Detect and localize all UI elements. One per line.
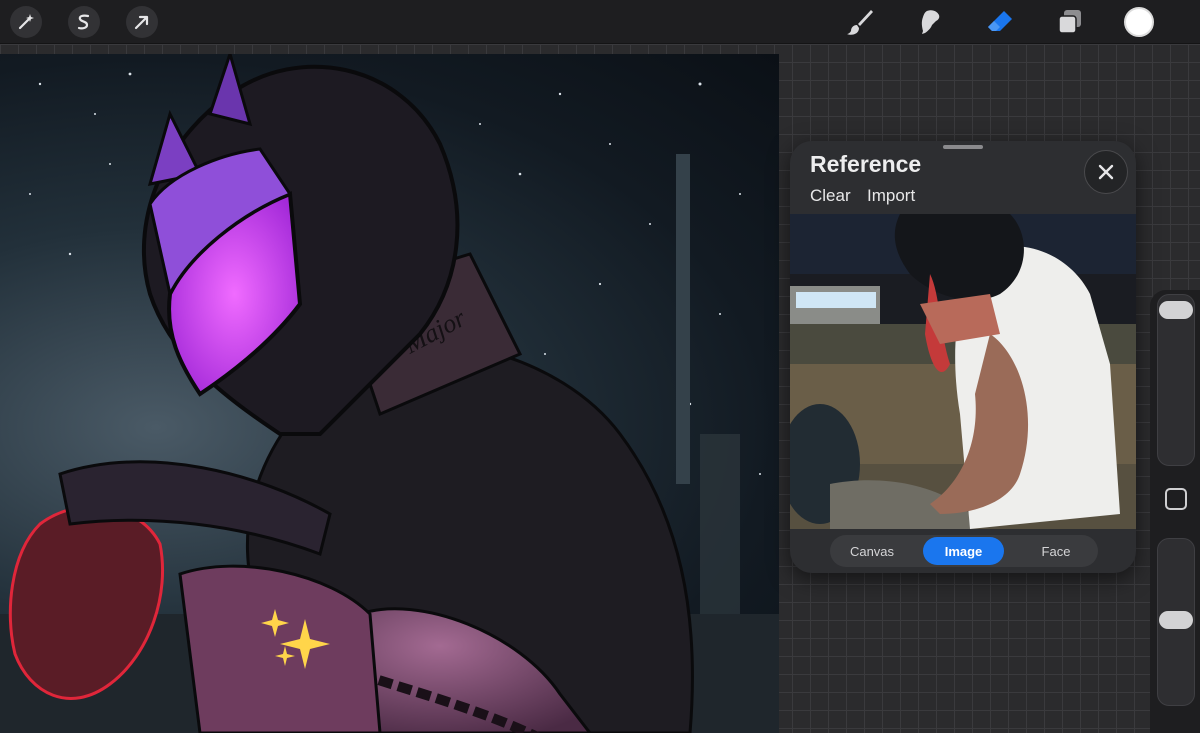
color-swatch[interactable] [1124, 7, 1154, 37]
layers-icon [1058, 10, 1081, 34]
adjustments-button[interactable] [10, 6, 42, 38]
transform-arrow-icon [134, 15, 149, 30]
reference-panel[interactable]: Reference Clear Import Canvas Image Face [790, 141, 1136, 573]
opacity-thumb[interactable] [1159, 611, 1193, 629]
close-icon [1098, 164, 1114, 180]
lamp-pole [676, 154, 690, 484]
top-toolbar [0, 0, 1200, 44]
tab-face[interactable]: Face [1016, 537, 1096, 565]
transform-button[interactable] [126, 6, 158, 38]
sidebar [1150, 290, 1200, 733]
brush-size-slider[interactable] [1157, 294, 1195, 466]
tab-image[interactable]: Image [923, 537, 1004, 565]
selection-button[interactable] [68, 6, 100, 38]
smudge-tool[interactable] [913, 6, 947, 38]
close-button[interactable] [1084, 150, 1128, 194]
smudge-icon [921, 10, 940, 35]
import-button[interactable]: Import [867, 186, 915, 206]
reference-image[interactable] [790, 214, 1136, 529]
reference-mode-segmented-control: Canvas Image Face [830, 535, 1098, 567]
panel-grabber[interactable] [943, 145, 983, 149]
drawing-canvas[interactable]: Major [0, 54, 779, 733]
reference-title: Reference [810, 151, 922, 177]
clear-button[interactable]: Clear [810, 186, 851, 206]
brush-tool[interactable] [843, 6, 877, 38]
brush-icon [847, 10, 873, 35]
modify-button[interactable] [1165, 488, 1187, 510]
layers-tool[interactable] [1053, 6, 1087, 38]
reference-photo [790, 214, 1136, 529]
eraser-tool[interactable] [983, 6, 1017, 38]
tab-canvas[interactable]: Canvas [832, 537, 912, 565]
selection-s-icon [77, 14, 90, 30]
eraser-icon [988, 11, 1012, 31]
artwork: Major [0, 54, 779, 733]
brush-size-thumb[interactable] [1159, 301, 1193, 319]
adjustments-wand-icon [18, 14, 34, 30]
opacity-slider[interactable] [1157, 538, 1195, 706]
